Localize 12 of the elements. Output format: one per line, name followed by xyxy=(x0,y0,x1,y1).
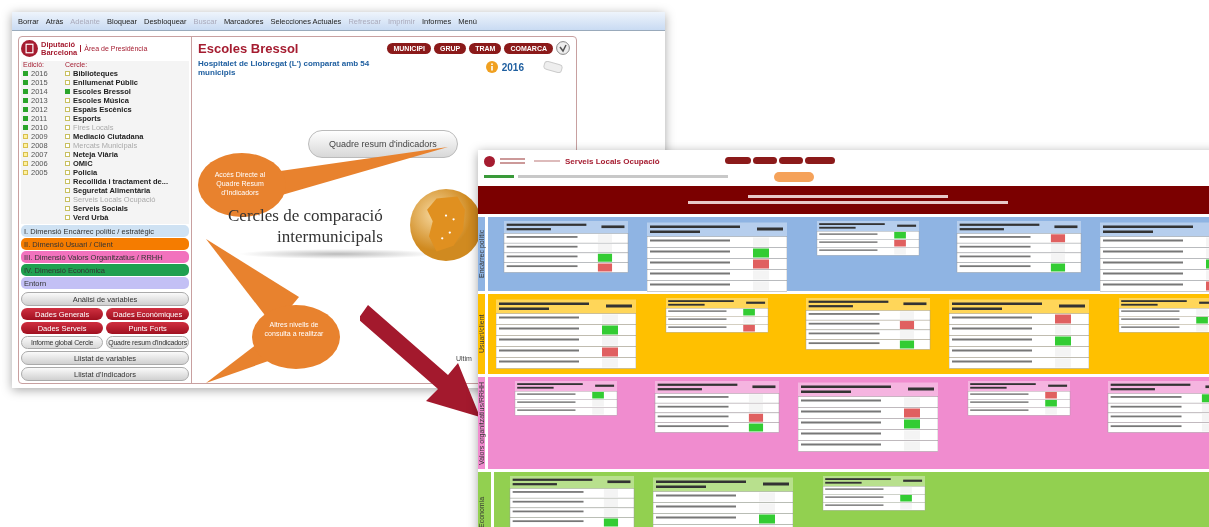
page-title: Serveis Locals Ocupació xyxy=(565,156,660,166)
page-subtitle: Hospitalet de Llobregat (L') comparat amb 54 municipis xyxy=(198,59,371,77)
info-icon[interactable] xyxy=(485,61,498,73)
logo-icon xyxy=(21,40,38,57)
eraser-icon[interactable] xyxy=(542,61,564,73)
logo-icon xyxy=(484,155,495,167)
check-icon[interactable] xyxy=(556,41,570,55)
page-title: Escoles Bressol xyxy=(198,41,300,56)
year-label: 2016 xyxy=(501,61,524,73)
report-button[interactable] xyxy=(774,172,814,182)
blurred-text-drawing xyxy=(500,157,560,165)
summary-button[interactable]: Quadre resum d'indicadors xyxy=(308,130,458,158)
